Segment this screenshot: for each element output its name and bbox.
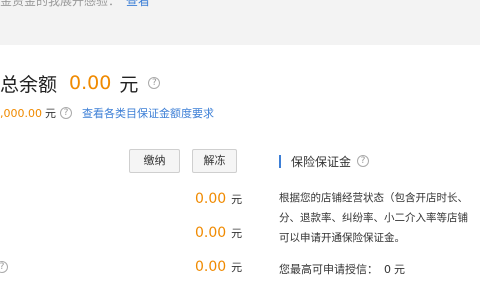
quota-unit: 元 bbox=[45, 107, 56, 120]
top-notice-view-link[interactable]: 查看 bbox=[126, 0, 150, 8]
max-credit-label: 您最高可申请授信： bbox=[279, 263, 378, 276]
question-circle-icon[interactable]: ? bbox=[0, 261, 8, 273]
amount-value: 0.00 bbox=[195, 259, 227, 275]
amount-value: 0.00 bbox=[195, 191, 227, 207]
amount-row: 0.00 元 bbox=[195, 225, 242, 241]
top-notice: 金资金的我展开感验： 查看 bbox=[0, 0, 480, 12]
question-circle-icon[interactable]: ? bbox=[357, 155, 370, 167]
pay-button[interactable]: 缴纳 bbox=[129, 149, 180, 173]
insurance-description: 根据您的店铺经营状态（包含开店时长、 分、退款率、纠纷率、小二介入率等店铺 可以… bbox=[279, 188, 480, 248]
quota-requirements-link[interactable]: 查看各类目保证金额度要求 bbox=[82, 105, 214, 121]
amount-row: 0.00 元 bbox=[195, 191, 242, 207]
max-credit-unit: 元 bbox=[394, 263, 405, 276]
top-notice-text: 金资金的我展开感验： bbox=[0, 0, 121, 8]
amount-unit: 元 bbox=[231, 227, 243, 240]
deposit-panel: 总余额 0.00 元 ? ,000.00 元 ? 查看各类目保证金额度要求 缴纳… bbox=[0, 45, 480, 300]
max-credit-row: 您最高可申请授信： 0 元 bbox=[279, 261, 405, 277]
heading-accent-bar bbox=[279, 154, 281, 168]
total-balance-unit: 元 bbox=[119, 73, 139, 96]
description-line: 根据您的店铺经营状态（包含开店时长、 bbox=[279, 192, 468, 204]
insurance-deposit-title: 保险保证金 bbox=[291, 154, 352, 169]
description-line: 可以申请开通保险保证金。 bbox=[279, 232, 405, 244]
total-balance-label: 总余额 bbox=[0, 73, 58, 96]
amount-unit: 元 bbox=[231, 261, 243, 274]
insurance-deposit-heading: 保险保证金 ? bbox=[279, 153, 370, 169]
amount-unit: 元 bbox=[231, 193, 243, 206]
total-balance-value: 0.00 bbox=[69, 72, 112, 94]
total-balance-row: 总余额 0.00 元 ? bbox=[0, 71, 161, 96]
question-circle-icon[interactable]: ? bbox=[148, 77, 161, 89]
max-credit-value: 0 bbox=[384, 262, 391, 276]
quota-value: ,000.00 bbox=[0, 106, 42, 120]
question-circle-icon[interactable]: ? bbox=[60, 107, 72, 119]
thaw-button[interactable]: 解冻 bbox=[192, 149, 237, 173]
amount-row: 0.00 元 bbox=[195, 259, 242, 275]
amount-value: 0.00 bbox=[195, 225, 227, 241]
description-line: 分、退款率、纠纷率、小二介入率等店铺 bbox=[279, 212, 468, 224]
quota-row: ,000.00 元 ? 查看各类目保证金额度要求 bbox=[0, 105, 214, 121]
